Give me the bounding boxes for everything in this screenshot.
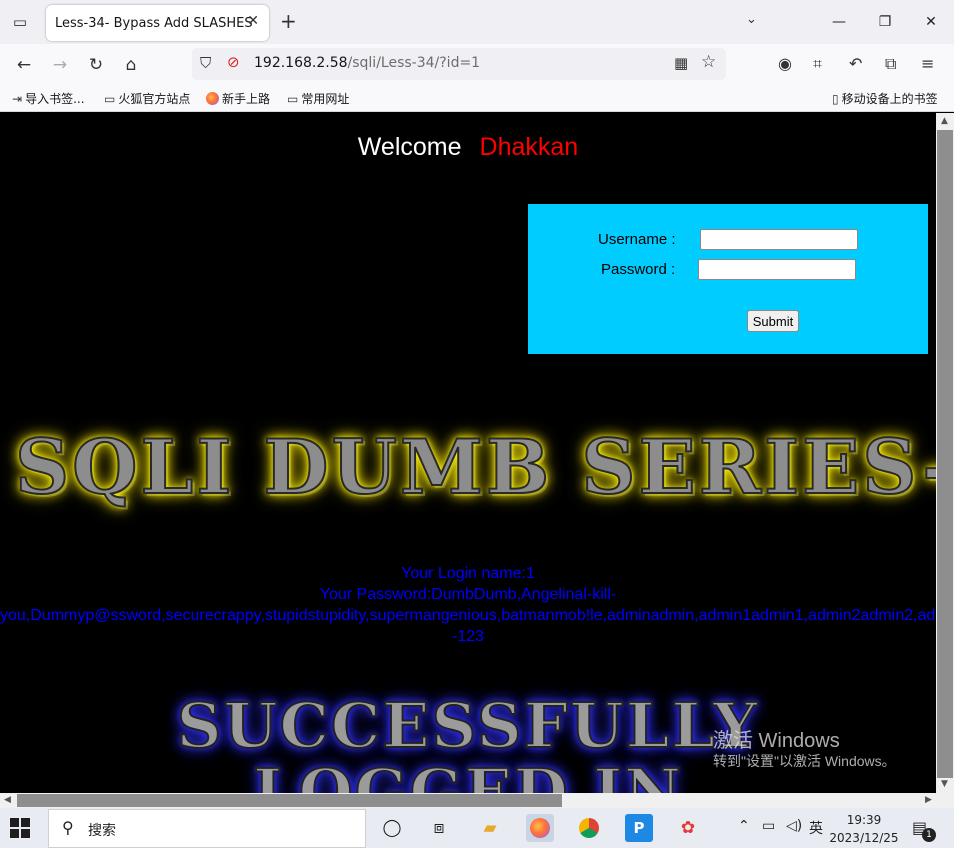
- bookmark-mobile[interactable]: ▯ 移动设备上的书签: [832, 90, 938, 107]
- network-icon[interactable]: ▭: [762, 818, 775, 834]
- search-icon: ⚲: [62, 818, 74, 837]
- maximize-icon[interactable]: ❐: [862, 0, 908, 44]
- chrome-logo: [579, 818, 599, 838]
- activation-watermark-subtitle: 转到"设置"以激活 Windows。: [713, 753, 896, 769]
- folder-icon: ▭: [287, 91, 299, 106]
- import-icon: ⇥: [12, 91, 23, 106]
- activation-watermark-title: 激活 Windows: [713, 730, 840, 752]
- password-input[interactable]: [698, 259, 856, 280]
- colorful-app-icon[interactable]: ✿: [674, 814, 702, 842]
- login-name-text: Your Login name:1: [401, 565, 535, 582]
- undo-icon[interactable]: ↶: [849, 54, 862, 73]
- firefox-icon: [530, 818, 550, 838]
- series-banner: SQLI DUMB SERIES-: [14, 422, 936, 512]
- bookmarks-bar: ⇥ 导入书签... ▭ 火狐官方站点 新手上路 ▭ 常用网址 ▯ 移动设备上的书签: [0, 86, 954, 112]
- clock-time: 19:39: [846, 813, 882, 827]
- login-form: Username : Password : Submit: [528, 204, 928, 354]
- submit-button[interactable]: Submit: [747, 310, 799, 332]
- chrome-icon[interactable]: [575, 814, 603, 842]
- bookmark-label: 导入书签...: [25, 92, 85, 106]
- menu-icon[interactable]: ≡: [921, 54, 934, 73]
- back-icon[interactable]: ←: [11, 53, 37, 77]
- forward-icon[interactable]: →: [47, 53, 73, 77]
- ime-indicator[interactable]: 英: [809, 818, 823, 838]
- scroll-down-icon[interactable]: ▼: [941, 779, 948, 789]
- volume-icon[interactable]: ◁): [786, 818, 802, 834]
- page-content: Welcome Dhakkan Username : Password : Sub…: [0, 113, 936, 793]
- mobile-icon: ▯: [832, 91, 839, 106]
- p-app-icon[interactable]: P: [625, 814, 653, 842]
- tray-chevron-up-icon[interactable]: ⌃: [738, 818, 750, 834]
- chevron-down-icon[interactable]: ⌄: [746, 12, 757, 27]
- bookmark-star-icon[interactable]: ☆: [701, 52, 716, 72]
- qr-code-icon[interactable]: ▦: [674, 54, 688, 72]
- bookmark-label: 新手上路: [222, 92, 271, 106]
- firefox-taskbar-icon[interactable]: [526, 814, 554, 842]
- password-label: Password :: [601, 261, 676, 278]
- new-tab-icon[interactable]: +: [280, 10, 297, 32]
- password-text-line3: -123: [451, 628, 485, 645]
- insecure-lock-icon[interactable]: ⊘: [227, 53, 240, 71]
- home-icon[interactable]: ⌂: [118, 53, 144, 77]
- vertical-scroll-thumb[interactable]: [937, 130, 953, 778]
- scroll-left-icon[interactable]: ◀: [4, 795, 11, 805]
- welcome-name: Dhakkan: [479, 133, 579, 161]
- bookmark-label: 常用网址: [301, 92, 350, 106]
- account-icon[interactable]: ◉: [778, 54, 792, 73]
- reload-icon[interactable]: ↻: [83, 53, 109, 77]
- scroll-up-icon[interactable]: ▲: [941, 116, 948, 126]
- close-window-icon[interactable]: ✕: [908, 0, 954, 44]
- search-placeholder: 搜索: [88, 823, 116, 839]
- url-path: /sqli/Less-34/?id=1: [347, 55, 481, 71]
- window-controls: — ❐ ✕: [816, 0, 954, 44]
- bookmark-label: 移动设备上的书签: [841, 92, 938, 106]
- login-result: Your Login name:1 Your Password:DumbDumb…: [0, 563, 936, 647]
- tab-title: Less-34- Bypass Add SLASHES: [55, 15, 253, 31]
- minimize-icon[interactable]: —: [816, 0, 862, 44]
- username-label: Username :: [598, 231, 676, 248]
- bookmark-getting-started[interactable]: 新手上路: [206, 90, 270, 107]
- welcome-heading: Welcome Dhakkan: [0, 133, 936, 162]
- task-view-icon[interactable]: ⧈: [425, 814, 453, 842]
- horizontal-scroll-thumb[interactable]: [17, 794, 562, 807]
- url-text[interactable]: 192.168.2.58/sqli/Less-34/?id=1: [254, 55, 480, 71]
- bookmark-common-sites[interactable]: ▭ 常用网址: [287, 90, 349, 107]
- username-input[interactable]: [700, 229, 858, 250]
- clock-date: 2023/12/25: [829, 831, 899, 845]
- password-text-line1: Your Password:DumbDumb,Angelinal-kill-: [319, 586, 617, 603]
- clock[interactable]: 19:39 2023/12/25: [824, 811, 904, 847]
- bookmark-import[interactable]: ⇥ 导入书签...: [12, 90, 85, 107]
- folder-icon: ▭: [104, 91, 116, 106]
- tab-active[interactable]: Less-34- Bypass Add SLASHES ✕: [46, 5, 269, 41]
- password-text-line2: you,Dummyp@ssword,securecrappy,stupidstu…: [0, 607, 936, 624]
- notification-badge: 1: [922, 828, 936, 842]
- screenshot-icon[interactable]: ⌗: [813, 54, 822, 74]
- firefox-icon: [206, 92, 219, 105]
- extensions-icon[interactable]: ⧉: [885, 54, 896, 74]
- bookmark-label: 火狐官方站点: [118, 92, 191, 106]
- url-host: 192.168.2.58: [254, 55, 348, 71]
- cortana-icon[interactable]: ◯: [378, 814, 406, 842]
- file-explorer-icon[interactable]: ▰: [476, 814, 504, 842]
- shield-icon[interactable]: ⛉: [200, 54, 211, 72]
- windows-start-icon[interactable]: [10, 818, 32, 840]
- welcome-text: Welcome: [357, 133, 462, 161]
- scroll-right-icon[interactable]: ▶: [925, 795, 932, 805]
- bookmark-firefox-site[interactable]: ▭ 火狐官方站点: [104, 90, 190, 107]
- tab-list-icon[interactable]: ▭: [8, 10, 32, 34]
- tab-close-icon[interactable]: ✕: [247, 13, 259, 29]
